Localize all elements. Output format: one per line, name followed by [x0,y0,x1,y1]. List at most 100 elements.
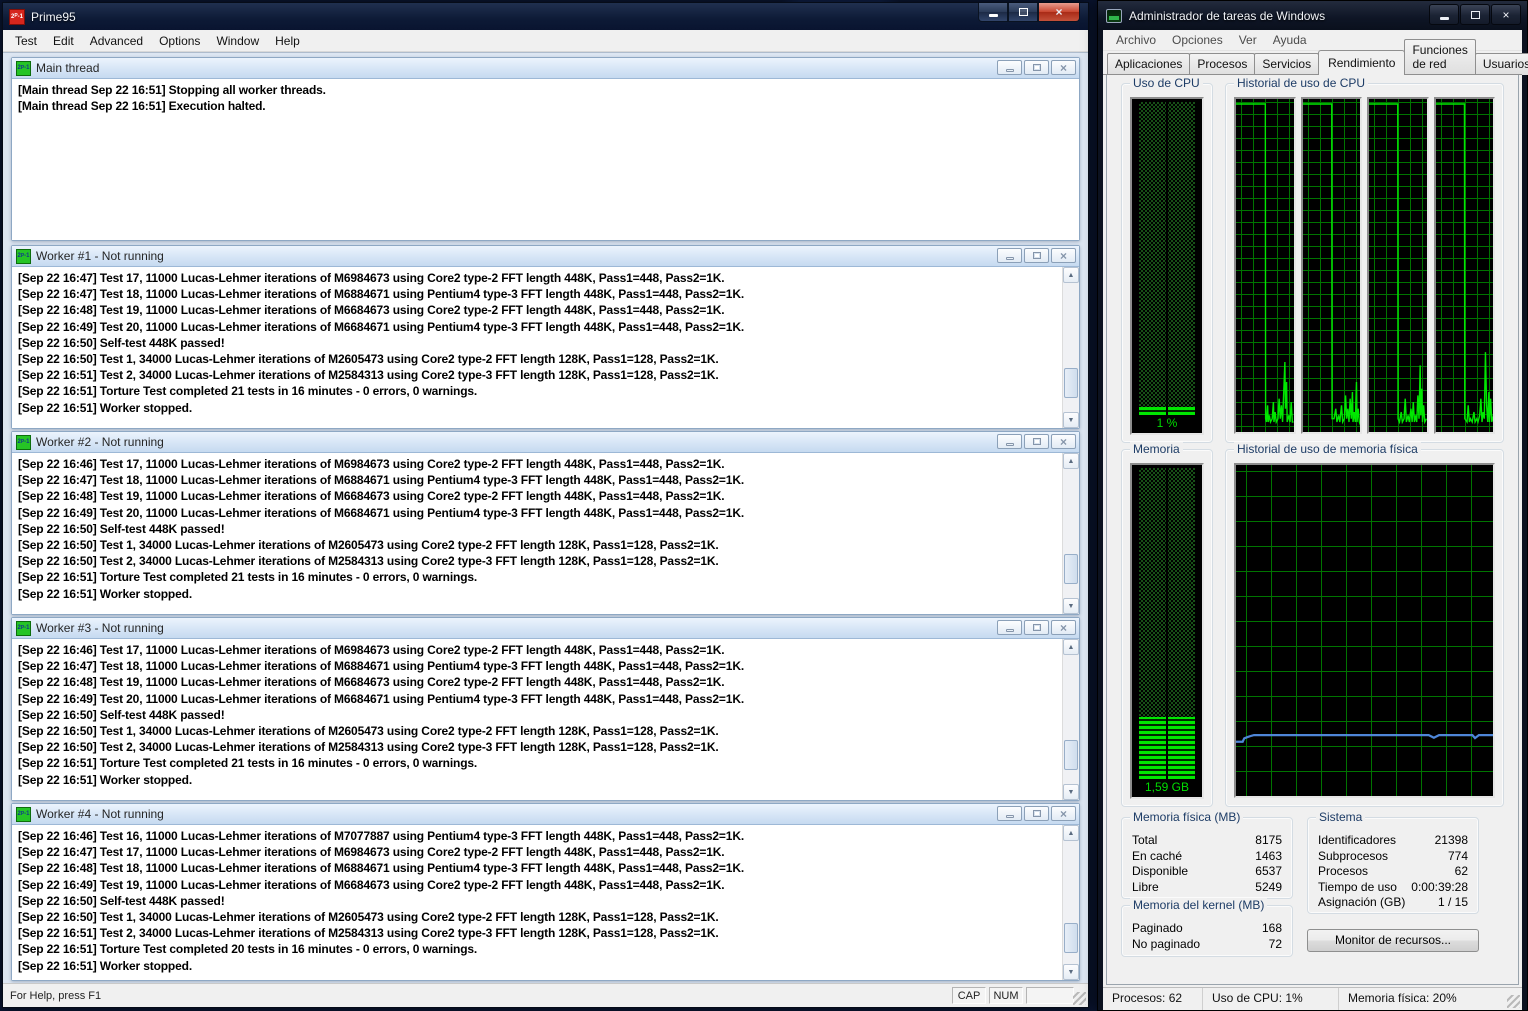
status-cell-2: Uso de CPU: 1% [1203,988,1339,1010]
scroll-up-icon[interactable]: ▲ [1063,453,1079,469]
scrollbar-thumb[interactable] [1064,554,1078,584]
close-button[interactable]: × [1491,4,1521,25]
scroll-down-icon[interactable]: ▼ [1063,964,1079,980]
minimize-button[interactable] [997,806,1022,821]
scroll-up-icon[interactable]: ▲ [1063,825,1079,841]
mdi-titlebar[interactable]: 2P-1Worker #3 - Not running× [12,618,1079,639]
system-group: Sistema Identificadores21398Subprocesos7… [1307,817,1479,914]
maximize-button[interactable] [1460,4,1490,25]
minimize-button[interactable] [997,248,1022,263]
close-button[interactable]: × [1051,60,1076,75]
log-line: [Main thread Sep 22 16:51] Stopping all … [18,82,1079,98]
physical-memory-group: Memoria física (MB) Total8175En caché146… [1121,817,1293,899]
log-line: [Sep 22 16:50] Self-test 448K passed! [18,335,1079,351]
scroll-down-icon[interactable]: ▼ [1063,598,1079,614]
log-line: [Sep 22 16:49] Test 20, 11000 Lucas-Lehm… [18,691,1079,707]
tab-servicios[interactable]: Servicios [1254,53,1319,75]
memory-history-graph [1234,463,1495,798]
stat-label: Disponible [1132,864,1188,880]
mdi-titlebar[interactable]: 2P-1Worker #2 - Not running× [12,432,1079,453]
log-area: [Sep 22 16:46] Test 16, 11000 Lucas-Lehm… [12,825,1079,980]
prime95-statusbar: For Help, press F1 CAP NUM [3,983,1088,1007]
mdi-titlebar[interactable]: 2P-1Worker #4 - Not running× [12,804,1079,825]
cpu-history-graph-3 [1367,97,1429,434]
log-line: [Sep 22 16:50] Test 1, 34000 Lucas-Lehme… [18,537,1079,553]
restore-button[interactable] [1024,620,1049,635]
restore-button[interactable] [1024,248,1049,263]
minimize-button[interactable] [1429,4,1459,25]
scrollbar-thumb[interactable] [1064,368,1078,398]
mdi-titlebar[interactable]: 2P-1Main thread× [12,58,1079,79]
log-line: [Sep 22 16:46] Test 16, 11000 Lucas-Lehm… [18,828,1079,844]
taskman-titlebar[interactable]: Administrador de tareas de Windows × [1098,1,1527,30]
minimize-button[interactable] [997,60,1022,75]
scrollbar[interactable]: ▲▼ [1062,453,1079,614]
log-line: [Sep 22 16:48] Test 19, 11000 Lucas-Lehm… [18,674,1079,690]
scroll-down-icon[interactable]: ▼ [1063,412,1079,428]
close-button[interactable]: × [1051,434,1076,449]
resource-monitor-button[interactable]: Monitor de recursos... [1307,929,1479,952]
tab-procesos[interactable]: Procesos [1189,53,1255,75]
scrollbar[interactable]: ▲▼ [1062,639,1079,800]
minimize-button[interactable] [978,3,1008,22]
stat-row: En caché1463 [1122,849,1292,865]
menu-ayuda[interactable]: Ayuda [1265,30,1315,50]
stat-row: Libre5249 [1122,880,1292,896]
log-line: [Sep 22 16:51] Worker stopped. [18,958,1079,974]
prime95-menubar: TestEditAdvancedOptionsWindowHelp [3,30,1088,52]
restore-button[interactable] [1024,434,1049,449]
log-line: [Sep 22 16:49] Test 20, 11000 Lucas-Lehm… [18,505,1079,521]
prime95-icon: 2P-1 [9,9,25,25]
scrollbar[interactable]: ▲▼ [1062,267,1079,428]
restore-button[interactable] [1024,60,1049,75]
scrollbar-thumb[interactable] [1064,923,1078,953]
log-line: [Main thread Sep 22 16:51] Execution hal… [18,98,1079,114]
log-area: [Sep 22 16:46] Test 17, 11000 Lucas-Lehm… [12,639,1079,800]
mdi-window-title: Worker #4 - Not running [36,807,164,821]
tab-aplicaciones[interactable]: Aplicaciones [1107,53,1190,75]
menu-advanced[interactable]: Advanced [82,31,151,51]
minimize-button[interactable] [997,434,1022,449]
minimize-button[interactable] [997,620,1022,635]
log-line: [Sep 22 16:51] Worker stopped. [18,400,1079,416]
mdi-titlebar[interactable]: 2P-1Worker #1 - Not running× [12,246,1079,267]
menu-archivo[interactable]: Archivo [1108,30,1164,50]
log-line: [Sep 22 16:46] Test 17, 11000 Lucas-Lehm… [18,456,1079,472]
scroll-down-icon[interactable]: ▼ [1063,784,1079,800]
tab-funciones-de-red[interactable]: Funciones de red [1404,39,1475,75]
tab-usuarios[interactable]: Usuarios [1475,53,1528,75]
scrollbar-thumb[interactable] [1064,740,1078,770]
cpu-history-graph-2 [1301,97,1363,434]
scrollbar[interactable]: ▲▼ [1062,825,1079,980]
menu-edit[interactable]: Edit [45,31,82,51]
memory-history-label: Historial de uso de memoria física [1234,442,1421,456]
menu-opciones[interactable]: Opciones [1164,30,1231,50]
scroll-up-icon[interactable]: ▲ [1063,267,1079,283]
log-line: [Sep 22 16:47] Test 17, 11000 Lucas-Lehm… [18,844,1079,860]
menu-window[interactable]: Window [208,31,267,51]
close-button[interactable]: × [1051,248,1076,263]
log-line: [Sep 22 16:51] Worker stopped. [18,586,1079,602]
resize-grip[interactable] [1073,992,1086,1005]
close-button[interactable]: × [1051,806,1076,821]
prime95-titlebar[interactable]: 2P-1 Prime95 × [3,3,1088,30]
resize-grip[interactable] [1507,995,1520,1008]
maximize-button[interactable] [1008,3,1038,22]
menu-ver[interactable]: Ver [1231,30,1265,50]
close-button[interactable]: × [1051,620,1076,635]
menu-options[interactable]: Options [151,31,208,51]
menu-test[interactable]: Test [7,31,45,51]
stat-value: 62 [1455,864,1468,880]
close-button[interactable]: × [1038,3,1080,22]
log-line: [Sep 22 16:47] Test 18, 11000 Lucas-Lehm… [18,472,1079,488]
cpu-history-group: Historial de uso de CPU [1225,83,1504,443]
prime95-worker-icon: 2P-1 [16,435,31,450]
restore-button[interactable] [1024,806,1049,821]
scroll-up-icon[interactable]: ▲ [1063,639,1079,655]
mdi-window-worker-1-not-running: 2P-1Worker #1 - Not running×[Sep 22 16:4… [11,245,1080,429]
prime95-worker-icon: 2P-1 [16,249,31,264]
menu-help[interactable]: Help [267,31,308,51]
log-line: [Sep 22 16:48] Test 19, 11000 Lucas-Lehm… [18,488,1079,504]
cap-indicator: CAP [952,987,986,1004]
tab-rendimiento[interactable]: Rendimiento [1318,50,1405,75]
